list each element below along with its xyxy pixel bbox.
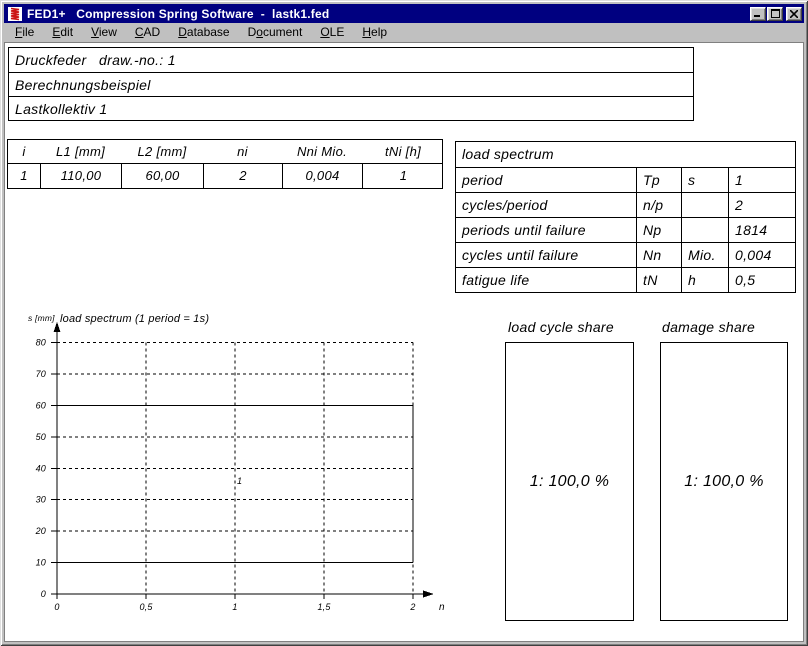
table-row: periods until failure Np 1814 xyxy=(456,217,795,242)
svg-text:s [mm]: s [mm] xyxy=(28,313,55,323)
table-row: cycles until failure Nn Mio. 0,004 xyxy=(456,242,795,267)
damage-share-title: damage share xyxy=(662,319,755,335)
menu-edit[interactable]: Edit xyxy=(43,23,82,42)
col-header-ni: ni xyxy=(203,140,282,163)
load-spectrum-chart: 0 10 20 30 40 50 60 70 80 0 0,5 1 1,5 2 n s [mm] load sp… xyxy=(5,309,465,621)
row-value: 1814 xyxy=(728,218,797,242)
menubar: FileEditViewCADDatabaseDocumentOLEHelp xyxy=(4,23,804,42)
cell-tni: 1 xyxy=(362,164,444,188)
damage-share-box: 1: 100,0 % xyxy=(660,342,788,621)
svg-text:50: 50 xyxy=(36,432,46,442)
svg-text:n: n xyxy=(439,602,445,613)
close-icon xyxy=(790,10,798,18)
maximize-icon xyxy=(771,9,780,18)
row-value: 1 xyxy=(728,168,797,192)
load-spectrum-table: load spectrum period Tp s 1 cycles/perio… xyxy=(455,141,796,293)
row-symbol: Nn xyxy=(636,243,681,267)
col-header-l1: L1 [mm] xyxy=(40,140,121,163)
load-cycle-share-value: 1: 100,0 % xyxy=(506,473,633,491)
table-row: fatigue life tN h 0,5 xyxy=(456,267,795,292)
svg-text:1,5: 1,5 xyxy=(317,602,331,612)
table-row: period Tp s 1 xyxy=(456,167,795,192)
row-symbol: tN xyxy=(636,268,681,292)
menu-view[interactable]: View xyxy=(82,23,126,42)
svg-text:10: 10 xyxy=(36,558,46,568)
damage-share-value: 1: 100,0 % xyxy=(661,473,787,491)
svg-text:70: 70 xyxy=(36,369,46,379)
header-line-description: Berechnungsbeispiel xyxy=(9,72,693,96)
load-case-table: i L1 [mm] L2 [mm] ni Nni Mio. tNi [h] 1 … xyxy=(7,139,443,189)
svg-text:20: 20 xyxy=(35,526,46,536)
document-header: Druckfeder draw.-no.: 1 Berechnungsbeisp… xyxy=(8,47,694,121)
menu-file[interactable]: File xyxy=(6,23,43,42)
app-window: FED1+ Compression Spring Software - last… xyxy=(0,0,808,646)
cell-i: 1 xyxy=(8,164,40,188)
window-controls xyxy=(750,7,802,21)
svg-text:60: 60 xyxy=(36,400,46,410)
row-symbol: n/p xyxy=(636,193,681,217)
row-symbol: Tp xyxy=(636,168,681,192)
load-cycle-share-box: 1: 100,0 % xyxy=(505,342,634,621)
menu-cad[interactable]: CAD xyxy=(126,23,169,42)
maximize-button[interactable] xyxy=(767,7,783,21)
load-case-table-header: i L1 [mm] L2 [mm] ni Nni Mio. tNi [h] xyxy=(8,140,442,164)
svg-text:0: 0 xyxy=(54,602,59,612)
table-row: cycles/period n/p 2 xyxy=(456,192,795,217)
table-row: 1 110,00 60,00 2 0,004 1 xyxy=(8,164,442,188)
cell-ni: 2 xyxy=(203,164,282,188)
menu-document[interactable]: Document xyxy=(239,23,312,42)
row-label: cycles/period xyxy=(456,193,636,217)
load-cycle-share-title: load cycle share xyxy=(508,319,614,335)
spring-icon[interactable] xyxy=(7,6,23,22)
svg-text:1: 1 xyxy=(237,476,242,486)
svg-text:30: 30 xyxy=(36,495,46,505)
row-value: 0,004 xyxy=(728,243,797,267)
svg-text:1: 1 xyxy=(232,602,237,612)
row-label: fatigue life xyxy=(456,268,636,292)
cell-l2: 60,00 xyxy=(121,164,203,188)
row-value: 2 xyxy=(728,193,797,217)
col-header-nni: Nni Mio. xyxy=(282,140,362,163)
minimize-button[interactable] xyxy=(750,7,766,21)
cell-l1: 110,00 xyxy=(40,164,121,188)
cell-nni: 0,004 xyxy=(282,164,362,188)
row-unit: Mio. xyxy=(681,243,728,267)
client-area: Druckfeder draw.-no.: 1 Berechnungsbeisp… xyxy=(4,42,804,642)
svg-text:0,5: 0,5 xyxy=(139,602,153,612)
col-header-l2: L2 [mm] xyxy=(121,140,203,163)
svg-text:load spectrum (1 period = 1s): load spectrum (1 period = 1s) xyxy=(60,313,209,325)
svg-text:0: 0 xyxy=(41,589,46,599)
svg-text:80: 80 xyxy=(36,338,46,348)
col-header-tni: tNi [h] xyxy=(362,140,444,163)
row-label: period xyxy=(456,168,636,192)
menu-database[interactable]: Database xyxy=(169,23,238,42)
row-unit xyxy=(681,218,728,242)
row-label: cycles until failure xyxy=(456,243,636,267)
close-button[interactable] xyxy=(786,7,802,21)
row-label: periods until failure xyxy=(456,218,636,242)
svg-text:2: 2 xyxy=(409,602,415,612)
window-title: FED1+ Compression Spring Software - last… xyxy=(27,7,329,21)
header-line-load-collective: Lastkollektiv 1 xyxy=(9,96,693,120)
col-header-i: i xyxy=(8,140,40,163)
row-symbol: Np xyxy=(636,218,681,242)
spectrum-table-title: load spectrum xyxy=(456,142,795,167)
row-unit: h xyxy=(681,268,728,292)
row-value: 0,5 xyxy=(728,268,797,292)
menu-help[interactable]: Help xyxy=(353,23,396,42)
header-line-spring-type: Druckfeder draw.-no.: 1 xyxy=(9,48,693,72)
spectrum-title-row: load spectrum xyxy=(456,142,795,167)
titlebar[interactable]: FED1+ Compression Spring Software - last… xyxy=(4,4,804,23)
menu-ole[interactable]: OLE xyxy=(311,23,353,42)
row-unit: s xyxy=(681,168,728,192)
minimize-icon xyxy=(754,9,762,18)
svg-text:40: 40 xyxy=(36,463,46,473)
row-unit xyxy=(681,193,728,217)
